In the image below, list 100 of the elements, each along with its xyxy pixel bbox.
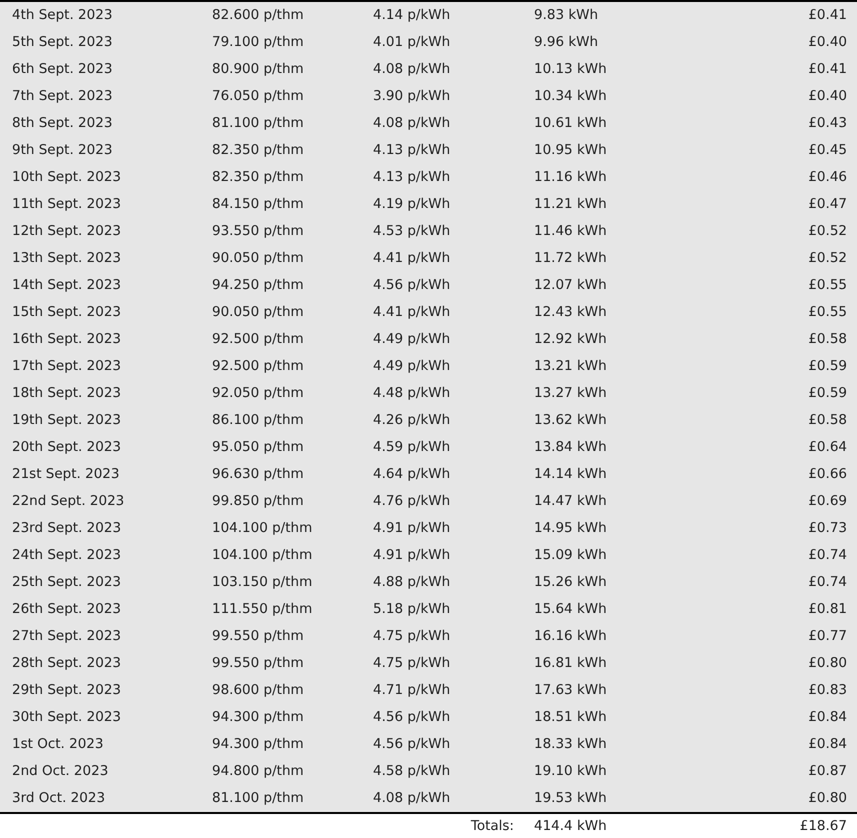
table-cell: 76.050 p/thm [212,88,304,104]
table-cell: 10.61 kWh [534,115,607,132]
table-cell: 80.900 p/thm [212,61,304,78]
table-cell: 82.600 p/thm [212,7,304,24]
table-cell: £0.59 [808,358,847,374]
table-cell: 94.250 p/thm [212,277,304,294]
table-cell: 4.56 p/kWh [373,709,450,726]
table-cell: £0.41 [808,7,847,24]
table-cell: 92.050 p/thm [212,385,304,402]
table-cell: 13.27 kWh [534,385,607,402]
table-cell: 10.95 kWh [534,142,607,158]
table-cell: 82.350 p/thm [212,169,304,186]
table-cell: 4.88 p/kWh [373,574,450,590]
table-cell: 11.72 kWh [534,250,607,266]
table-cell: 30th Sept. 2023 [12,709,121,726]
table-cell: 81.100 p/thm [212,790,304,806]
table-cell: 99.550 p/thm [212,655,304,672]
table-cell: 81.100 p/thm [212,115,304,132]
table-cell: 13th Sept. 2023 [12,250,121,266]
table-cell: £0.80 [808,790,847,806]
table-cell: 19th Sept. 2023 [12,412,121,428]
table-cell: 4th Sept. 2023 [12,7,112,24]
table-cell: £0.40 [808,34,847,50]
table-cell: 93.550 p/thm [212,223,304,240]
table-cell: 4.64 p/kWh [373,466,450,482]
table-cell: £0.55 [808,277,847,294]
table-cell: 20th Sept. 2023 [12,439,121,456]
table-cell: £0.83 [808,682,847,698]
table-cell: 92.500 p/thm [212,358,304,374]
table-cell: £0.46 [808,169,847,186]
table-cell: 95.050 p/thm [212,439,304,456]
table-cell: 25th Sept. 2023 [12,574,121,590]
table-cell: 104.100 p/thm [212,547,312,564]
table-cell: 12.92 kWh [534,331,607,348]
table-cell: 90.050 p/thm [212,250,304,266]
table-cell: £0.84 [808,736,847,752]
table-cell: 6th Sept. 2023 [12,61,112,78]
table-cell: £0.45 [808,142,847,158]
table-cell: 4.41 p/kWh [373,250,450,266]
table-cell: 11.21 kWh [534,196,607,212]
table-cell: £0.84 [808,709,847,726]
table-cell: 26th Sept. 2023 [12,601,121,618]
table-cell: 24th Sept. 2023 [12,547,121,564]
table-cell: 104.100 p/thm [212,520,312,536]
table-cell: 12.07 kWh [534,277,607,294]
table-cell: £0.80 [808,655,847,672]
table-cell: £0.47 [808,196,847,212]
table-cell: 15.64 kWh [534,601,607,618]
table-cell: 4.26 p/kWh [373,412,450,428]
total-cost: £18.67 [800,818,847,834]
table-cell: 12th Sept. 2023 [12,223,121,240]
table-cell: 84.150 p/thm [212,196,304,212]
table-cell: 10.34 kWh [534,88,607,104]
table-cell: 86.100 p/thm [212,412,304,428]
table-cell: 4.19 p/kWh [373,196,450,212]
table-cell: £0.59 [808,385,847,402]
table-cell: 4.01 p/kWh [373,34,450,50]
table-cell: 21st Sept. 2023 [12,466,120,482]
table-cell: 9th Sept. 2023 [12,142,112,158]
table-cell: 103.150 p/thm [212,574,312,590]
table-cell: 1st Oct. 2023 [12,736,104,752]
table-cell: 3.90 p/kWh [373,88,450,104]
table-cell: 11th Sept. 2023 [12,196,121,212]
table-cell: £0.64 [808,439,847,456]
table-cell: 23rd Sept. 2023 [12,520,122,536]
table-cell: 4.59 p/kWh [373,439,450,456]
table-cell: 4.58 p/kWh [373,763,450,780]
table-cell: 16.16 kWh [534,628,607,644]
table-cell: 8th Sept. 2023 [12,115,112,132]
table-cell: £0.74 [808,574,847,590]
table-cell: 15.09 kWh [534,547,607,564]
table-cell: 28th Sept. 2023 [12,655,121,672]
table-cell: 13.84 kWh [534,439,607,456]
table-cell: 94.300 p/thm [212,736,304,752]
table-cell: 96.630 p/thm [212,466,304,482]
table-cell: 18.33 kWh [534,736,607,752]
table-cell: 4.75 p/kWh [373,655,450,672]
table-cell: 15.26 kWh [534,574,607,590]
table-cell: 82.350 p/thm [212,142,304,158]
table-cell: 94.300 p/thm [212,709,304,726]
table-cell: 12.43 kWh [534,304,607,320]
table-cell: 18.51 kWh [534,709,607,726]
table-cell: 16.81 kWh [534,655,607,672]
table-cell: £0.87 [808,763,847,780]
table-cell: 99.850 p/thm [212,493,304,510]
table-cell: 4.08 p/kWh [373,115,450,132]
table-cell: 10th Sept. 2023 [12,169,121,186]
table-cell: 22nd Sept. 2023 [12,493,124,510]
table-cell: £0.52 [808,223,847,240]
table-cell: 99.550 p/thm [212,628,304,644]
table-cell: 4.13 p/kWh [373,142,450,158]
table-cell: £0.73 [808,520,847,536]
table-cell: 11.46 kWh [534,223,607,240]
table-cell: £0.81 [808,601,847,618]
table-cell: 7th Sept. 2023 [12,88,112,104]
table-cell: £0.41 [808,61,847,78]
table-cell: 5.18 p/kWh [373,601,450,618]
totals-label: Totals: [470,818,514,834]
table-cell: 16th Sept. 2023 [12,331,121,348]
table-cell: 90.050 p/thm [212,304,304,320]
